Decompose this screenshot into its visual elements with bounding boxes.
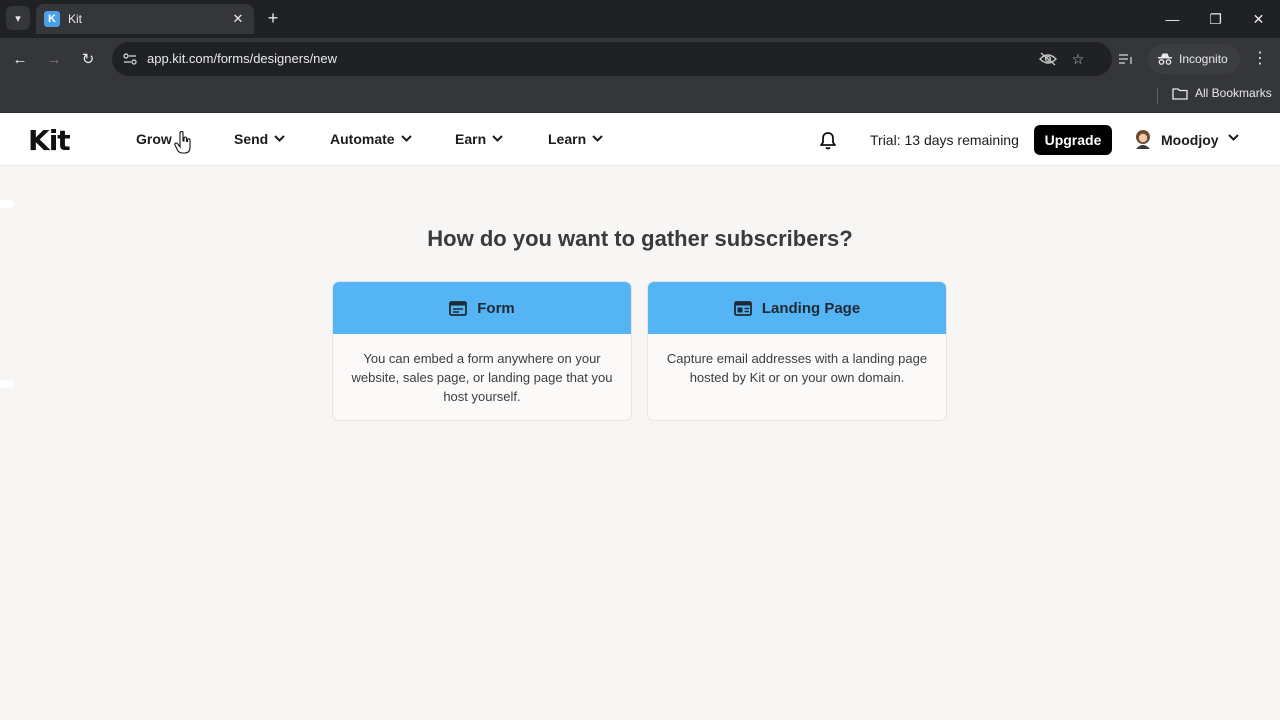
form-option-description: You can embed a form anywhere on your we…: [351, 351, 613, 404]
landing-page-option-description: Capture email addresses with a landing p…: [666, 351, 928, 385]
incognito-icon: [1158, 53, 1172, 65]
browser-tab-bar: ▾ K Kit ✕ + — ❐ ✕: [0, 0, 1280, 38]
bookmarks-divider: [1157, 88, 1158, 104]
tab-title: Kit: [68, 12, 83, 26]
close-window-button[interactable]: ✕: [1237, 0, 1280, 38]
nav-learn-label: Learn: [548, 131, 587, 147]
upgrade-button[interactable]: Upgrade: [1034, 125, 1112, 155]
tab-search-button[interactable]: ▾: [6, 6, 30, 30]
browser-tab[interactable]: K Kit ✕: [36, 4, 254, 34]
edge-tab: [0, 200, 14, 208]
chevron-down-icon: [492, 134, 503, 145]
site-info-icon[interactable]: [120, 49, 140, 69]
back-button[interactable]: ←: [8, 47, 32, 71]
media-controls-icon[interactable]: [1116, 49, 1136, 69]
kit-favicon-icon: K: [44, 11, 60, 27]
form-option-title: Form: [477, 299, 515, 317]
landing-page-option-title: Landing Page: [761, 299, 861, 317]
nav-send[interactable]: Send: [234, 131, 285, 147]
chevron-down-icon: [274, 134, 285, 145]
minimize-button[interactable]: —: [1151, 0, 1194, 38]
landing-page-option-card[interactable]: Landing Page Capture email addresses wit…: [647, 281, 947, 421]
account-chevron-down-icon[interactable]: [1228, 133, 1239, 144]
window-controls: — ❐ ✕: [1151, 0, 1280, 38]
browser-menu-icon[interactable]: ⋮: [1250, 47, 1270, 71]
nav-grow-label: Grow: [136, 131, 172, 147]
incognito-indicator[interactable]: Incognito: [1148, 44, 1240, 74]
nav-learn[interactable]: Learn: [548, 131, 603, 147]
reload-button[interactable]: ↻: [76, 47, 100, 71]
hand-pointer-cursor-icon: [174, 131, 191, 154]
chevron-down-icon: [592, 134, 603, 145]
bookmarks-bar: All Bookmarks: [0, 80, 1280, 113]
tab-close-icon[interactable]: ✕: [230, 11, 246, 27]
edge-tab: [0, 380, 14, 388]
nav-earn[interactable]: Earn: [455, 131, 503, 147]
trial-status-text: Trial: 13 days remaining: [870, 132, 1019, 148]
bookmark-star-icon[interactable]: ☆: [1068, 49, 1088, 69]
app-header: Kit Grow Send Automate Earn Learn Trial:…: [0, 113, 1280, 166]
nav-automate-label: Automate: [330, 131, 395, 147]
browser-toolbar: ← → ↻ app.kit.com/forms/designers/new ☆ …: [0, 38, 1280, 80]
chevron-down-icon: [400, 134, 412, 145]
landing-page-option-header[interactable]: Landing Page: [648, 282, 946, 334]
avatar[interactable]: [1133, 129, 1153, 149]
address-bar[interactable]: app.kit.com/forms/designers/new ☆: [112, 42, 1112, 76]
forward-button[interactable]: →: [42, 47, 66, 71]
all-bookmarks-button[interactable]: All Bookmarks: [1172, 86, 1272, 100]
nav-send-label: Send: [234, 131, 269, 147]
form-option-card[interactable]: Form You can embed a form anywhere on yo…: [332, 281, 632, 421]
new-tab-button[interactable]: +: [262, 7, 284, 29]
account-name[interactable]: Moodjoy: [1161, 132, 1219, 148]
form-icon: [449, 300, 468, 316]
page-title: How do you want to gather subscribers?: [427, 226, 853, 251]
url-text: app.kit.com/forms/designers/new: [147, 51, 338, 66]
incognito-label: Incognito: [1179, 52, 1228, 66]
restore-button[interactable]: ❐: [1194, 0, 1237, 38]
all-bookmarks-label: All Bookmarks: [1195, 86, 1272, 100]
landing-page-icon: [733, 300, 752, 316]
kit-logo[interactable]: Kit: [28, 124, 71, 157]
nav-earn-label: Earn: [455, 131, 487, 147]
folder-icon: [1172, 87, 1188, 100]
nav-automate[interactable]: Automate: [330, 131, 412, 147]
notifications-bell-icon[interactable]: [818, 131, 838, 151]
eye-off-icon[interactable]: [1038, 49, 1058, 69]
nav-grow[interactable]: Grow: [136, 131, 172, 147]
form-option-header[interactable]: Form: [333, 282, 631, 334]
